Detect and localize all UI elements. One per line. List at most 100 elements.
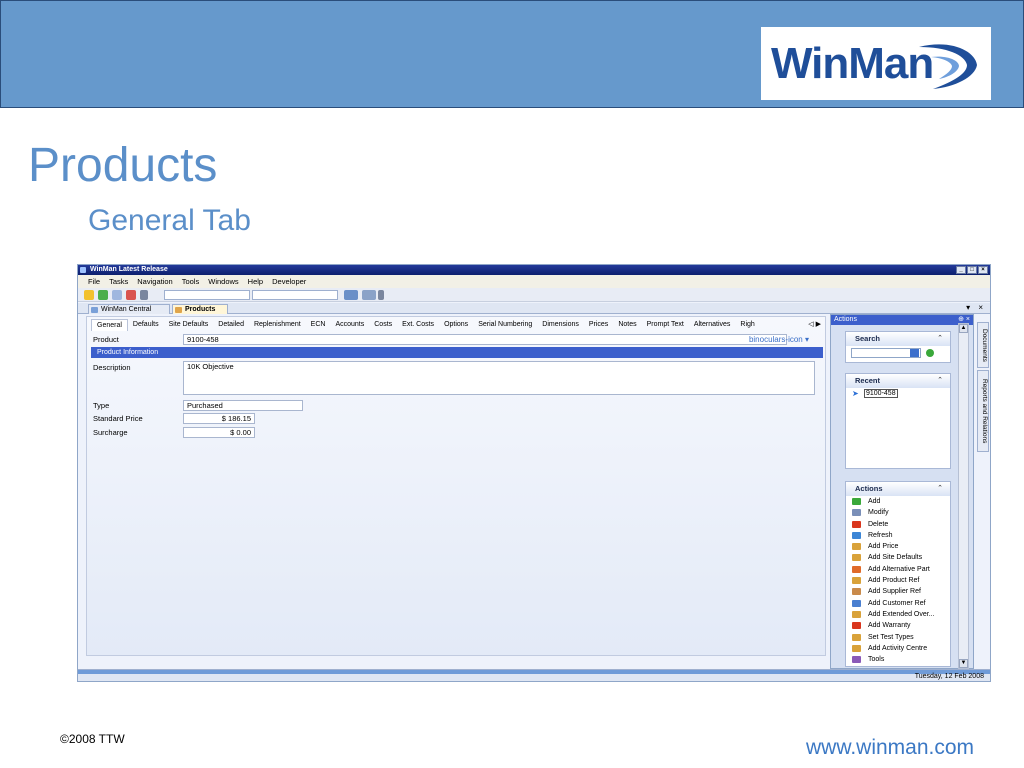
- folder-icon: [175, 307, 182, 313]
- status-bar-accent: [78, 670, 990, 674]
- description-field[interactable]: 10K Objective: [183, 361, 815, 395]
- footer-url[interactable]: www.winman.com: [806, 736, 974, 760]
- toolbar-dropdown-icon[interactable]: [140, 290, 148, 300]
- type-field[interactable]: Purchased: [183, 400, 303, 411]
- subtab-dimensions[interactable]: Dimensions: [537, 319, 584, 331]
- subtab-options[interactable]: Options: [439, 319, 473, 331]
- tab-products[interactable]: Products: [172, 304, 228, 314]
- subtab-defaults[interactable]: Defaults: [128, 319, 164, 331]
- menu-tasks[interactable]: Tasks: [109, 277, 128, 286]
- product-field[interactable]: 9100-458: [183, 334, 787, 345]
- action-icon: [852, 554, 861, 562]
- status-bar: Tuesday, 12 Feb 2008: [78, 669, 990, 681]
- side-tab-reports-relations[interactable]: Reports and Relations: [977, 370, 989, 452]
- favourites-icon[interactable]: [84, 290, 94, 300]
- subtab-prompt-text[interactable]: Prompt Text: [642, 319, 689, 331]
- action-icon: [852, 599, 861, 607]
- scroll-down-icon[interactable]: ▼: [959, 659, 968, 668]
- subtab-general[interactable]: General: [91, 319, 128, 331]
- search-card: Search ⌃: [845, 331, 951, 363]
- add-favourite-icon[interactable]: [98, 290, 108, 300]
- action-item[interactable]: Add: [846, 496, 950, 507]
- action-item[interactable]: Add Warranty: [846, 620, 950, 631]
- tab-strip-controls[interactable]: ▾ ×: [966, 303, 986, 312]
- app-window: WinMan Latest Release _ □ × File Tasks N…: [77, 264, 991, 682]
- status-date: Tuesday, 12 Feb 2008: [914, 673, 984, 680]
- actions-card-header[interactable]: Actions ⌃: [846, 482, 950, 496]
- search-card-title: Search: [855, 334, 881, 343]
- toolbar-address-input[interactable]: [252, 290, 338, 300]
- action-item[interactable]: Add Site Defaults: [846, 552, 950, 563]
- standard-price-label: Standard Price: [93, 414, 143, 423]
- action-item[interactable]: Add Product Ref: [846, 575, 950, 586]
- action-item[interactable]: Tools: [846, 654, 950, 665]
- recent-item[interactable]: ➤ 9100-458: [846, 388, 950, 400]
- minimize-button[interactable]: _: [956, 266, 966, 274]
- action-label: Modify: [868, 509, 889, 517]
- action-item[interactable]: Set Test Types: [846, 632, 950, 643]
- surcharge-field[interactable]: $ 0.00: [183, 427, 255, 438]
- binoculars-icon[interactable]: binoculars-icon ▾: [749, 335, 809, 344]
- action-item[interactable]: Add Supplier Ref: [846, 586, 950, 597]
- toolbar-search-input[interactable]: [164, 290, 250, 300]
- subtab-rights[interactable]: Righ: [735, 319, 759, 331]
- window-titlebar: WinMan Latest Release _ □ ×: [78, 265, 990, 275]
- action-label: Add: [868, 498, 881, 505]
- slide-title: Products: [28, 139, 218, 192]
- subtab-replenishment[interactable]: Replenishment: [249, 319, 306, 331]
- action-item[interactable]: Refresh: [846, 530, 950, 541]
- users-icon[interactable]: [126, 290, 136, 300]
- menu-file[interactable]: File: [88, 277, 100, 286]
- action-icon: [852, 588, 861, 596]
- action-item[interactable]: Delete: [846, 519, 950, 530]
- close-button[interactable]: ×: [978, 266, 988, 274]
- action-item[interactable]: Add Extended Over...: [846, 609, 950, 620]
- subtab-serial-numbering[interactable]: Serial Numbering: [473, 319, 537, 331]
- tab-label: WinMan Central: [101, 306, 152, 313]
- action-item[interactable]: Add Price: [846, 541, 950, 552]
- product-form: General Defaults Site Defaults Detailed …: [86, 316, 826, 656]
- maximize-button[interactable]: □: [967, 266, 977, 274]
- recent-card-title: Recent: [855, 376, 881, 385]
- action-item[interactable]: Add Alternative Part: [846, 564, 950, 575]
- action-label: Add Price: [868, 543, 899, 551]
- collapse-icon[interactable]: ⌃: [937, 332, 943, 346]
- subtab-site-defaults[interactable]: Site Defaults: [164, 319, 214, 331]
- toolbar-more-icon[interactable]: [378, 290, 384, 300]
- standard-price-field[interactable]: $ 186.15: [183, 413, 255, 424]
- back-icon[interactable]: [344, 290, 358, 300]
- menu-navigation[interactable]: Navigation: [137, 277, 172, 286]
- subtab-prices[interactable]: Prices: [584, 319, 613, 331]
- collapse-icon[interactable]: ⌃: [937, 482, 943, 496]
- subtab-notes[interactable]: Notes: [613, 319, 641, 331]
- menu-windows[interactable]: Windows: [208, 277, 238, 286]
- subtab-alternatives[interactable]: Alternatives: [689, 319, 736, 331]
- menu-help[interactable]: Help: [248, 277, 263, 286]
- tab-winman-central[interactable]: WinMan Central: [88, 304, 170, 314]
- surcharge-label: Surcharge: [93, 428, 128, 437]
- subtab-ext-costs[interactable]: Ext. Costs: [397, 319, 439, 331]
- menu-developer[interactable]: Developer: [272, 277, 306, 286]
- collapse-icon[interactable]: ⌃: [937, 374, 943, 388]
- side-tab-documents[interactable]: Documents: [977, 322, 989, 368]
- wireless-icon[interactable]: [362, 290, 376, 300]
- go-icon[interactable]: [926, 349, 934, 357]
- action-item[interactable]: Add Customer Ref: [846, 598, 950, 609]
- action-icon: [852, 498, 861, 505]
- menu-tools[interactable]: Tools: [182, 277, 200, 286]
- actions-scrollbar[interactable]: ▲ ▼: [958, 323, 969, 669]
- subtab-costs[interactable]: Costs: [369, 319, 397, 331]
- subtab-accounts[interactable]: Accounts: [330, 319, 369, 331]
- search-card-header[interactable]: Search ⌃: [846, 332, 950, 346]
- combo-dropdown-icon[interactable]: [910, 349, 919, 357]
- subtab-scroll-arrows[interactable]: ◁ ▶: [808, 320, 821, 328]
- subtab-ecn[interactable]: ECN: [306, 319, 331, 331]
- actions-pane-header: Actions ⊕ ×: [831, 315, 973, 325]
- recent-card-header[interactable]: Recent ⌃: [846, 374, 950, 388]
- action-item[interactable]: Add Activity Centre: [846, 643, 950, 654]
- action-icon: [852, 622, 861, 630]
- document-icon[interactable]: [112, 290, 122, 300]
- action-item[interactable]: Modify: [846, 507, 950, 518]
- subtab-detailed[interactable]: Detailed: [213, 319, 249, 331]
- scroll-up-icon[interactable]: ▲: [959, 324, 968, 333]
